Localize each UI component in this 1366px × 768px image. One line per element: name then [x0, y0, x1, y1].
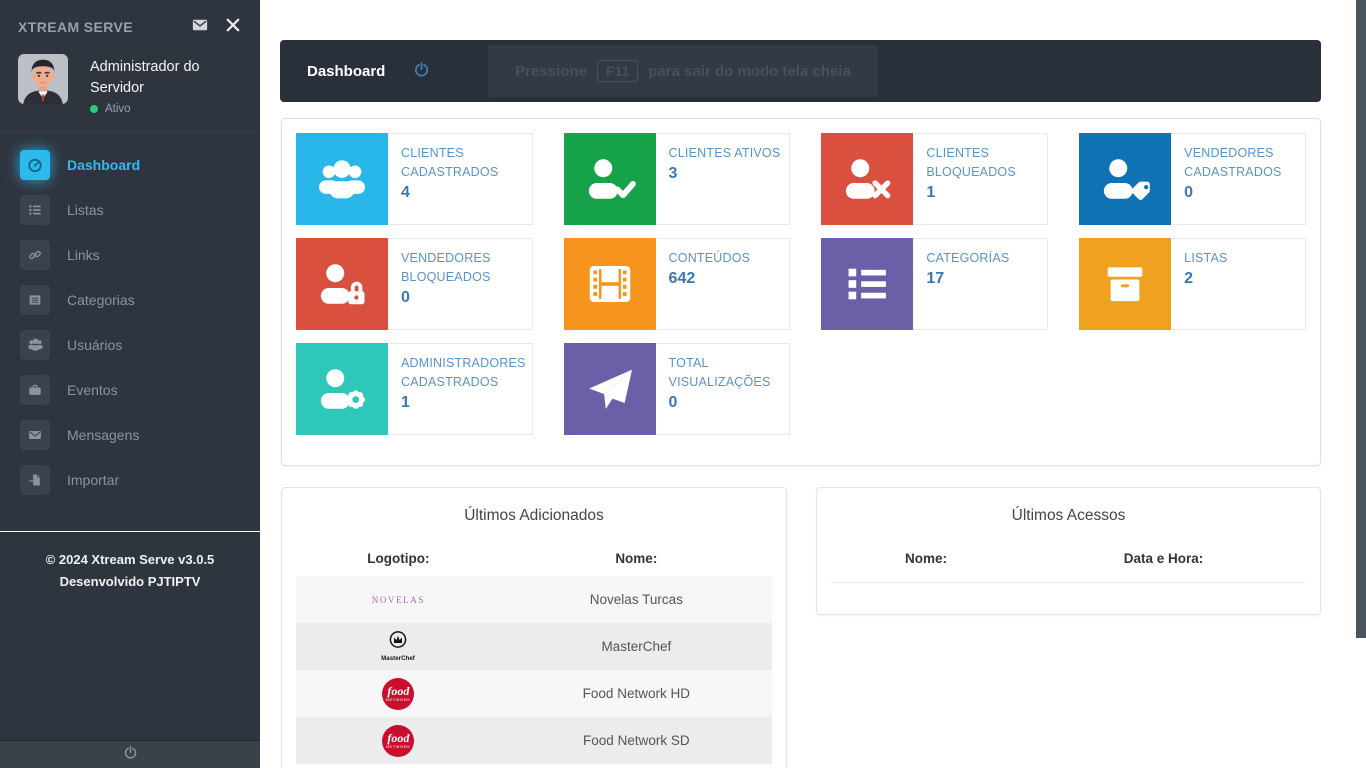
film-icon [564, 238, 656, 330]
user-check-icon [564, 133, 656, 225]
status-dot [90, 105, 98, 113]
logout-button[interactable] [0, 740, 260, 768]
sidebar-item-importar[interactable]: Importar [0, 457, 260, 502]
main-content: Dashboard Pressione F11 para sair do mod… [260, 0, 1366, 768]
topbar: Dashboard Pressione F11 para sair do mod… [280, 40, 1321, 102]
stat-value: 0 [669, 394, 784, 412]
stat-card-listas: LISTAS2 [1079, 238, 1306, 330]
brand-title: XTREAM SERVE [18, 19, 176, 35]
recent-added-table: Logotipo: Nome: NOVELAS Novelas Turcas M… [296, 540, 772, 764]
vertical-scrollbar-thumb[interactable] [1356, 0, 1366, 638]
stats-panel: CLIENTES CADASTRADOS4 CLIENTES ATIVOS3 C… [281, 118, 1321, 466]
sidebar-item-categorias[interactable]: Categorias [0, 277, 260, 322]
users-icon [20, 330, 50, 360]
stat-card-vendedores-bloqueados: VENDEDORES BLOQUEADOS0 [296, 238, 533, 330]
panel-title: Últimos Acessos [817, 507, 1320, 525]
sidebar-item-listas[interactable]: Listas [0, 187, 260, 232]
stat-card-categorias: CATEGORÍAS17 [821, 238, 1048, 330]
table-row: MasterChef MasterChef [296, 623, 772, 670]
masterchef-logo: MasterChef [378, 629, 418, 665]
sidebar-header: XTREAM SERVE [0, 0, 260, 37]
recent-added-panel: Últimos Adicionados Logotipo: Nome: NOVE… [281, 487, 787, 768]
sidebar-item-eventos[interactable]: Eventos [0, 367, 260, 412]
file-import-icon [20, 465, 50, 495]
column-header-logotipo: Logotipo: [296, 551, 501, 566]
sidebar-item-dashboard[interactable]: Dashboard [0, 142, 260, 187]
column-header-nome: Nome: [501, 551, 772, 566]
table-row: food network Food Network HD [296, 670, 772, 717]
table-divider [831, 582, 1306, 583]
column-header-data-hora: Data e Hora: [1021, 551, 1306, 566]
messages-button[interactable] [189, 16, 211, 37]
footer-copyright: © 2024 Xtream Serve v3.0.5 [0, 549, 260, 571]
user-gear-icon [296, 343, 388, 435]
stat-value: 1 [401, 394, 526, 412]
table-icon [20, 285, 50, 315]
stat-value: 0 [1184, 184, 1299, 202]
power-icon [413, 61, 430, 81]
box-icon [1079, 238, 1171, 330]
link-icon [20, 240, 50, 270]
stat-card-administradores: ADMINISTRADORES CADASTRADOS1 [296, 343, 533, 435]
svg-text:MasterChef: MasterChef [381, 655, 416, 662]
stat-value: 3 [669, 165, 784, 183]
sidebar-menu: Dashboard Listas Links Categorias [0, 131, 260, 502]
food-network-logo: food network [382, 725, 414, 757]
stat-value: 17 [926, 270, 1041, 288]
panel-title: Últimos Adicionados [282, 507, 786, 525]
recent-access-table: Nome: Data e Hora: [831, 540, 1306, 583]
user-tag-icon [1079, 133, 1171, 225]
stat-card-total-visualizacoes: TOTAL VISUALIZAÇÕES0 [564, 343, 791, 435]
stat-value: 1 [926, 184, 1041, 202]
paper-plane-icon [564, 343, 656, 435]
footer-developer: Desenvolvido PJTIPTV [0, 571, 260, 593]
sidebar: XTREAM SERVE [0, 0, 260, 768]
envelope-icon [20, 420, 50, 450]
user-name: Administrador do Servidor [90, 57, 215, 98]
list-icon [20, 195, 50, 225]
food-network-logo: food network [382, 678, 414, 710]
sidebar-item-links[interactable]: Links [0, 232, 260, 277]
stat-value: 642 [669, 270, 784, 288]
f11-key: F11 [597, 60, 638, 82]
user-lock-icon [296, 238, 388, 330]
row-name: Food Network HD [501, 686, 772, 701]
stat-value: 2 [1184, 270, 1299, 288]
fullscreen-notice: Pressione F11 para sair do modo tela che… [488, 45, 878, 97]
column-header-nome: Nome: [831, 551, 1021, 566]
user-profile: Administrador do Servidor Ativo [0, 37, 260, 131]
status-label: Ativo [105, 103, 131, 115]
stat-card-clientes-bloqueados: CLIENTES BLOQUEADOS1 [821, 133, 1048, 225]
dashboard-icon [20, 150, 50, 180]
stat-value: 0 [401, 289, 526, 307]
briefcase-icon [20, 375, 50, 405]
user-x-icon [821, 133, 913, 225]
close-sidebar-button[interactable] [224, 16, 242, 37]
power-icon [123, 745, 138, 765]
envelope-icon [189, 16, 211, 37]
list-icon [821, 238, 913, 330]
table-row: food network Food Network SD [296, 717, 772, 764]
stat-card-conteudos: CONTEÚDOS642 [564, 238, 791, 330]
stat-card-clientes-ativos: CLIENTES ATIVOS3 [564, 133, 791, 225]
sidebar-item-mensagens[interactable]: Mensagens [0, 412, 260, 457]
table-row: NOVELAS Novelas Turcas [296, 576, 772, 623]
app-window: XTREAM SERVE [0, 0, 1366, 768]
stat-card-clientes-cadastrados: CLIENTES CADASTRADOS4 [296, 133, 533, 225]
users-icon [296, 133, 388, 225]
avatar [18, 54, 68, 104]
novelas-logo: NOVELAS [372, 595, 425, 605]
topbar-logout-button[interactable] [413, 61, 430, 81]
row-name: Novelas Turcas [501, 592, 772, 607]
stat-card-vendedores-cadastrados: VENDEDORES CADASTRADOS0 [1079, 133, 1306, 225]
row-name: Food Network SD [501, 733, 772, 748]
sidebar-item-usuarios[interactable]: Usuários [0, 322, 260, 367]
stat-value: 4 [401, 184, 526, 202]
row-name: MasterChef [501, 639, 772, 654]
page-title: Dashboard [307, 63, 385, 80]
close-icon [224, 16, 242, 37]
sidebar-footer: © 2024 Xtream Serve v3.0.5 Desenvolvido … [0, 532, 260, 593]
recent-access-panel: Últimos Acessos Nome: Data e Hora: [816, 487, 1321, 615]
